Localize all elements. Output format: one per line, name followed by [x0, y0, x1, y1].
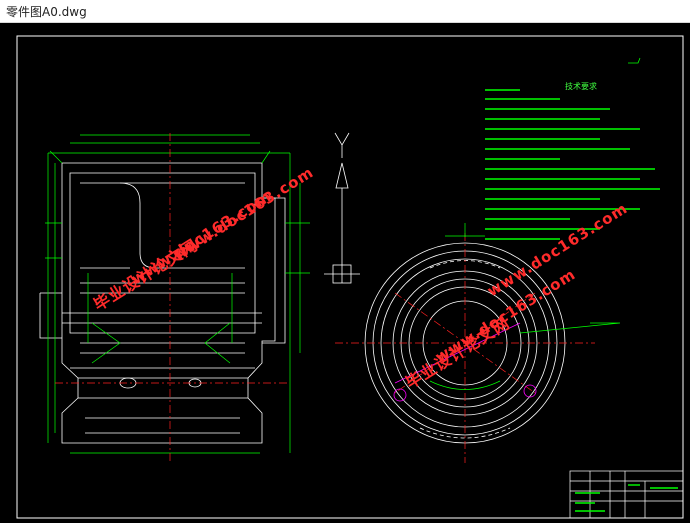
cad-drawing-canvas[interactable]: 技术要求 毕业设计论文网 www.doc163.com www.doc163.c…	[0, 23, 690, 523]
window-title-bar: 零件图A0.dwg	[0, 0, 690, 23]
technical-notes	[485, 89, 660, 240]
roughness-symbol	[628, 57, 641, 64]
technical-notes-title: 技术要求	[565, 82, 597, 91]
title-block-labels	[575, 484, 678, 512]
cad-drawing	[16, 35, 684, 519]
view-direction-symbol	[324, 132, 360, 284]
window-title: 零件图A0.dwg	[6, 5, 87, 19]
